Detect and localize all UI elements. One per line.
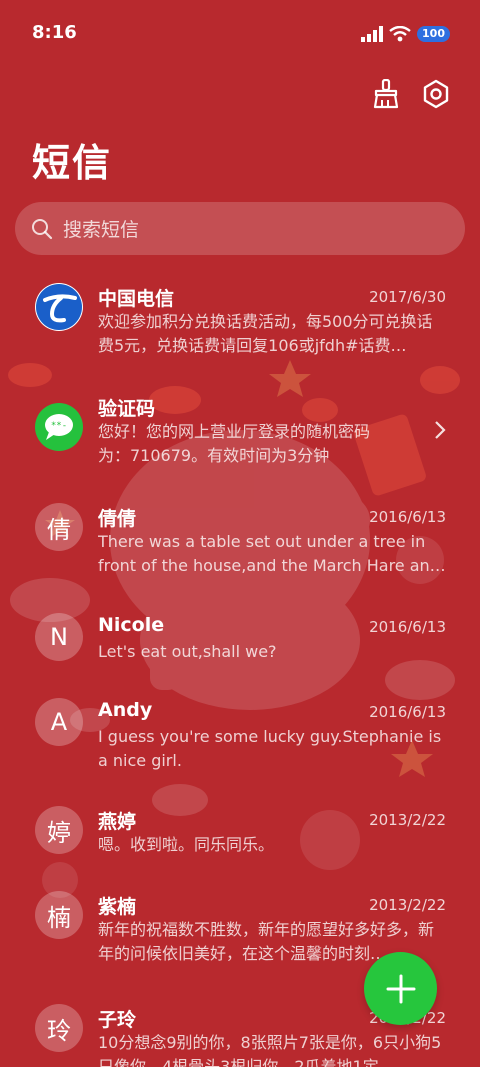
contact-name: Andy — [98, 699, 153, 721]
avatar — [35, 283, 83, 331]
contact-name: 紫楠 — [98, 896, 137, 918]
search-bar[interactable]: 搜索短信 — [15, 202, 465, 255]
message-preview: 您好！您的网上营业厅登录的随机密码为：710679。有效时间为3分钟 — [98, 422, 371, 465]
message-preview: I guess you're some lucky guy.Stephanie … — [98, 727, 442, 770]
message-date: 2013/2/22 — [369, 811, 446, 829]
contact-name: Nicole — [98, 614, 165, 636]
message-preview: There was a table set out under a tree i… — [98, 532, 446, 575]
message-preview: Let's eat out,shall we? — [98, 642, 277, 661]
svg-text:**-: **- — [51, 421, 67, 431]
list-item[interactable]: **- 验证码 您好！您的网上营业厅登录的随机密码为：710679。有效时间为3… — [0, 390, 480, 490]
contact-name: 子玲 — [98, 1009, 137, 1031]
avatar: N — [35, 613, 83, 661]
contact-name: 燕婷 — [98, 811, 137, 833]
status-bar: 8:16 100 — [0, 0, 480, 68]
contact-name: 倩倩 — [98, 508, 137, 530]
chevron-right-icon — [435, 421, 446, 439]
message-date: 2013/2/22 — [369, 896, 446, 914]
settings-button[interactable] — [420, 78, 452, 110]
avatar: 婷 — [35, 806, 83, 854]
message-date: 2016/6/13 — [369, 703, 446, 721]
broom-icon — [373, 79, 399, 109]
message-preview: 嗯。收到啦。同乐同乐。 — [98, 835, 275, 854]
top-actions — [370, 78, 452, 110]
search-icon — [32, 218, 53, 239]
battery-indicator: 100 — [417, 26, 450, 42]
settings-icon — [423, 79, 449, 109]
china-telecom-logo-icon — [36, 284, 82, 330]
wifi-icon — [389, 26, 411, 42]
avatar: 玲 — [35, 1004, 83, 1052]
clean-button[interactable] — [370, 78, 402, 110]
page-title: 短信 — [32, 141, 113, 185]
signal-icon — [361, 26, 384, 42]
list-item[interactable]: N Nicole 2016/6/13 Let's eat out,shall w… — [0, 610, 480, 690]
message-date: 2016/6/13 — [369, 508, 446, 526]
avatar: 楠 — [35, 891, 83, 939]
plus-icon — [386, 974, 415, 1003]
message-date: 2017/6/30 — [369, 288, 446, 306]
new-message-button[interactable] — [364, 952, 437, 1025]
status-time: 8:16 — [32, 22, 77, 43]
list-item[interactable]: 中国电信 2017/6/30 欢迎参加积分兑换话费活动，每500分可兑换话费5元… — [0, 280, 480, 380]
contact-name: 验证码 — [98, 398, 156, 420]
list-item[interactable]: 婷 燕婷 2013/2/22 嗯。收到啦。同乐同乐。 — [0, 803, 480, 883]
message-preview: 10分想念9别的你，8张照片7张是你，6只小狗5只像你，4根骨头3根归你，2瓜着… — [98, 1033, 442, 1067]
list-item[interactable]: 倩 倩倩 2016/6/13 There was a table set out… — [0, 500, 480, 600]
message-bubble-icon: **- — [36, 404, 82, 450]
contact-name: 中国电信 — [98, 288, 175, 310]
avatar: **- — [35, 403, 83, 451]
avatar: 倩 — [35, 503, 83, 551]
list-item[interactable]: A Andy 2016/6/13 I guess you're some luc… — [0, 695, 480, 795]
message-date: 2016/6/13 — [369, 618, 446, 636]
status-icons: 100 — [361, 22, 450, 46]
avatar: A — [35, 698, 83, 746]
message-preview: 欢迎参加积分兑换话费活动，每500分可兑换话费5元，兑换话费请回复106或jfd… — [98, 312, 433, 355]
search-placeholder: 搜索短信 — [63, 219, 140, 241]
